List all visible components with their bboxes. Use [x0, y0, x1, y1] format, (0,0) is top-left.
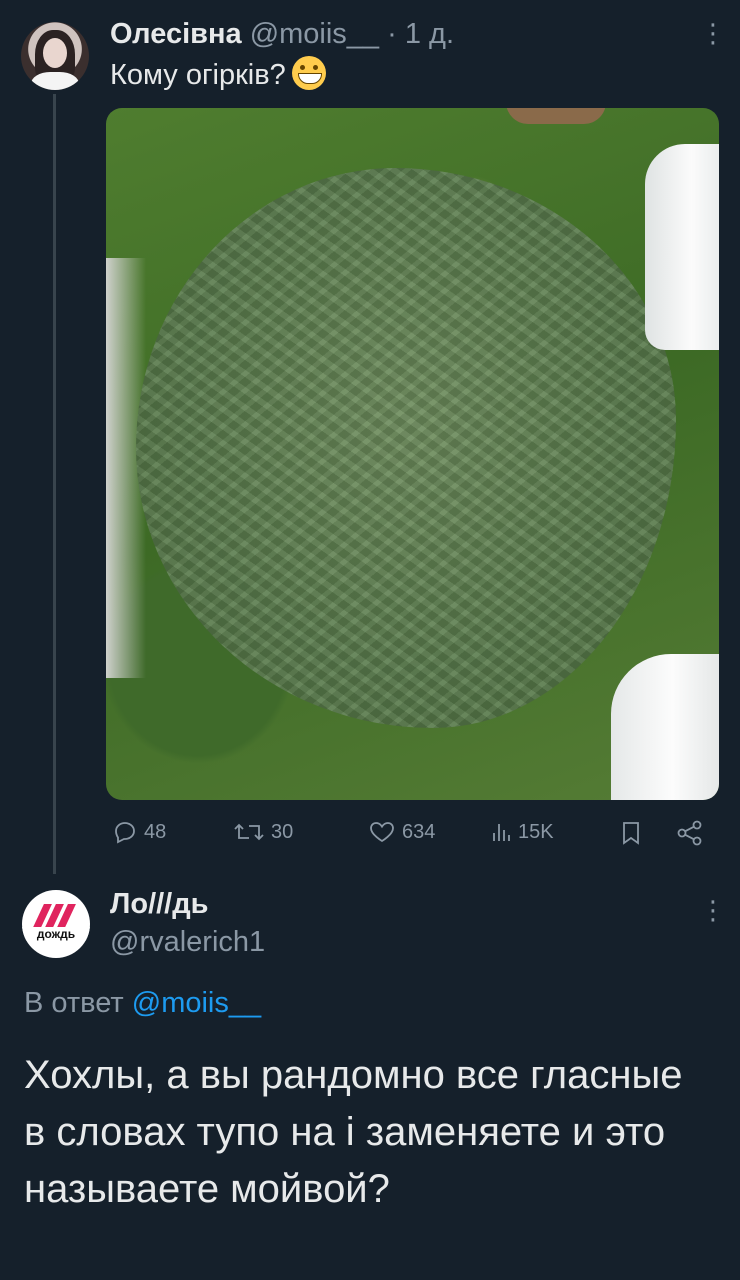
bookmark-icon — [623, 822, 639, 845]
tweet2-author-name[interactable]: Ло///дь — [110, 888, 208, 921]
tweet1-header: Олесівна @moiis__ · 1 д. — [110, 18, 454, 51]
share-button[interactable] — [676, 820, 710, 846]
like-button[interactable]: 634 — [368, 820, 435, 844]
reply-count: 48 — [144, 820, 167, 843]
thread-connector-line — [53, 94, 56, 874]
cucumber-pile — [136, 168, 676, 728]
tweet2-author-handle[interactable]: @rvalerich1 — [110, 926, 265, 959]
tweet2-text: Хохлы, а вы рандомно все гласные в слова… — [24, 1053, 683, 1211]
retweet-count: 30 — [271, 820, 294, 843]
white-bucket-bottom — [611, 654, 719, 800]
tweet1-photo[interactable] — [106, 108, 719, 800]
tweet1-text-line: Кому огірків? — [110, 56, 326, 92]
reply-to-prefix: В ответ — [24, 987, 124, 1019]
reply-icon — [115, 822, 135, 844]
tweet1-separator: · — [387, 18, 397, 50]
tweet1-author-name[interactable]: Олесівна — [110, 18, 242, 50]
heart-icon — [370, 822, 394, 843]
retweet-icon — [234, 823, 264, 841]
tweet2-more-icon[interactable]: ⋮ — [700, 897, 726, 923]
views-icon — [493, 824, 510, 841]
share-icon — [677, 820, 702, 846]
tweet1-time[interactable]: 1 д. — [405, 18, 454, 50]
grinning-face-icon — [291, 56, 326, 90]
like-count: 634 — [402, 820, 436, 843]
avatar-dozhd[interactable]: дождь — [22, 890, 90, 958]
views-button[interactable]: 15K — [490, 820, 554, 844]
avatar-dozhd-label: дождь — [22, 927, 90, 941]
avatar-olesivna[interactable] — [21, 22, 89, 90]
reply-to-mention[interactable]: @moiis__ — [132, 987, 261, 1019]
bookmark-button[interactable] — [620, 820, 648, 846]
tweet1-text: Кому огірків? — [110, 59, 286, 91]
view-count: 15K — [518, 820, 554, 843]
white-bucket-top — [645, 144, 719, 350]
reply-to-line: В ответ @moiis__ — [24, 987, 261, 1020]
reply-button[interactable]: 48 — [112, 820, 166, 844]
tweet1-more-icon[interactable]: ⋮ — [700, 20, 726, 46]
retweet-button[interactable]: 30 — [233, 820, 293, 844]
tweet1-author-handle[interactable]: @moiis__ — [250, 18, 379, 50]
